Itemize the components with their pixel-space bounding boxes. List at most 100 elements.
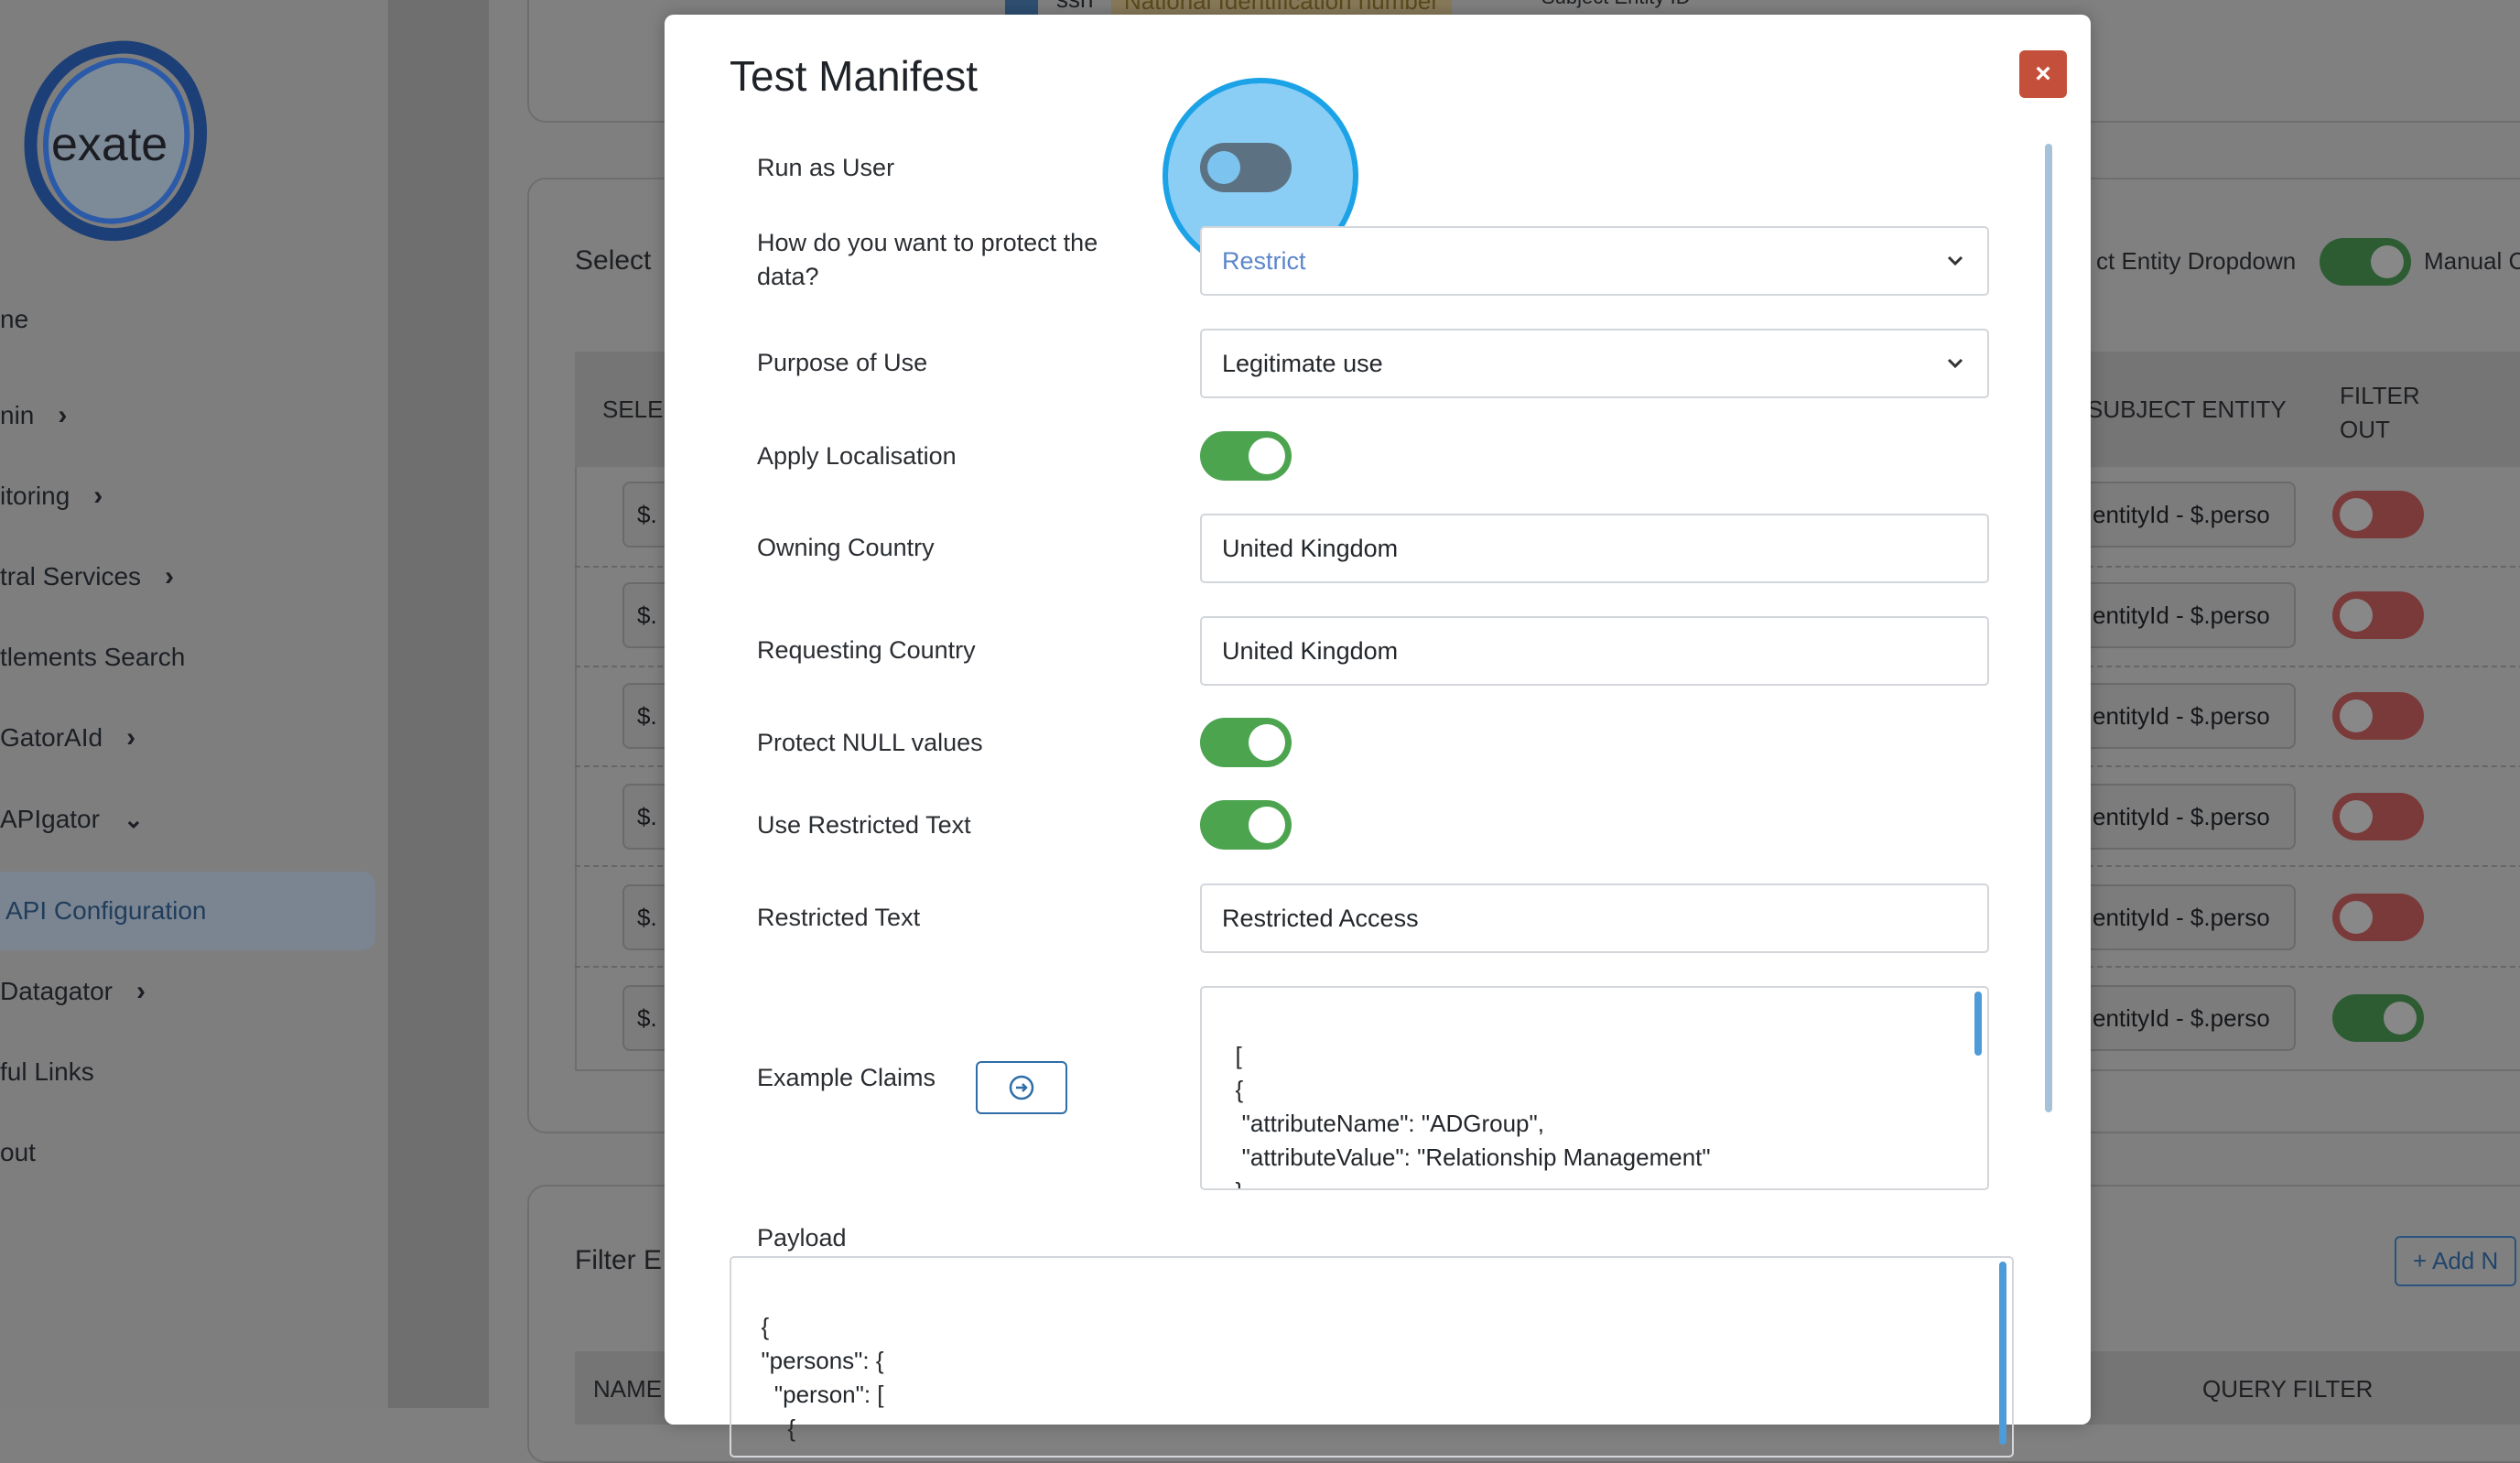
close-button[interactable]: × xyxy=(2019,50,2067,98)
chevron-down-icon xyxy=(1947,255,1963,266)
filter-out-toggle[interactable] xyxy=(2332,994,2424,1042)
restricted-text-value: Restricted Access xyxy=(1222,904,1419,932)
nav-item-monitoring[interactable]: itoring › xyxy=(0,478,103,515)
filter-out-toggle[interactable] xyxy=(2332,591,2424,639)
nav-label: API Configuration xyxy=(5,896,207,925)
use-restricted-text-label: Use Restricted Text xyxy=(757,811,971,839)
bg-toggle[interactable] xyxy=(2320,238,2411,286)
chevron-right-icon: › xyxy=(126,722,136,753)
payload-textarea[interactable]: { "persons": { "person": [ { xyxy=(730,1256,2014,1458)
nav-label: GatorAId xyxy=(0,723,103,752)
run-as-user-label: Run as User xyxy=(757,154,895,181)
nav-label: nin xyxy=(0,401,35,429)
run-as-user-toggle[interactable] xyxy=(1200,143,1292,192)
modal-title: Test Manifest xyxy=(730,52,978,100)
bg-subject-select[interactable]: entityId - $.perso xyxy=(2078,683,2296,749)
bg-subject-select[interactable]: entityId - $.perso xyxy=(2078,784,2296,850)
filter-out-toggle[interactable] xyxy=(2332,793,2424,840)
bg-subject-label: Subject Entity ID xyxy=(1541,0,1691,9)
use-restricted-text-toggle[interactable] xyxy=(1200,800,1292,850)
filter-out-toggle[interactable] xyxy=(2332,894,2424,941)
owning-country-value: United Kingdom xyxy=(1222,534,1399,562)
apply-claims-button[interactable] xyxy=(976,1061,1067,1114)
nav-item-apigator[interactable]: APIgator ⌄ xyxy=(0,801,144,838)
example-claims-label: Example Claims xyxy=(757,1064,936,1091)
chevron-right-icon: › xyxy=(165,561,175,591)
nav-label: tlements Search xyxy=(0,643,186,671)
protect-data-value: Restrict xyxy=(1222,246,1306,275)
bg-manual-label: Manual C xyxy=(2424,247,2520,275)
nav-item-gatoraid[interactable]: GatorAId › xyxy=(0,720,135,756)
bg-col-name: NAME xyxy=(593,1375,663,1403)
payload-text: { "persons": { "person": [ { xyxy=(761,1313,884,1442)
protect-null-label: Protect NULL values xyxy=(757,729,983,756)
nav-label: Datagator xyxy=(0,977,113,1005)
nav-label: ful Links xyxy=(0,1057,94,1086)
close-icon: × xyxy=(2035,59,2051,89)
purpose-of-use-select[interactable]: Legitimate use xyxy=(1200,329,1989,398)
protect-data-label: How do you want to protect the data? xyxy=(757,229,1098,290)
owning-country-label: Owning Country xyxy=(757,534,935,561)
nav-item-datagator[interactable]: Datagator › xyxy=(0,973,146,1010)
apply-localisation-toggle[interactable] xyxy=(1200,431,1292,481)
protect-data-select[interactable]: Restrict xyxy=(1200,226,1989,296)
bg-field-description: National Identification number xyxy=(1111,0,1452,16)
apply-localisation-label: Apply Localisation xyxy=(757,442,957,470)
logo-text: exate xyxy=(51,118,168,171)
bg-subject-select[interactable]: entityId - $.perso xyxy=(2078,482,2296,547)
nav-item-central-services[interactable]: tral Services › xyxy=(0,558,174,595)
bg-col-filter-out: FILTER OUT xyxy=(2340,382,2420,443)
chevron-down-icon xyxy=(1947,358,1963,369)
toggle-knob xyxy=(1207,151,1240,184)
bg-col-query-filter: QUERY FILTER xyxy=(2202,1375,2374,1403)
textarea-scrollbar[interactable] xyxy=(1974,992,1982,1056)
nav-label: itoring xyxy=(0,482,70,510)
arrow-right-circle-icon xyxy=(1009,1075,1034,1100)
bg-field-ssn: ssn xyxy=(1056,0,1093,14)
toggle-knob xyxy=(1249,438,1285,474)
bg-subject-select[interactable]: entityId - $.perso xyxy=(2078,582,2296,648)
purpose-of-use-value: Legitimate use xyxy=(1222,349,1383,377)
modal-scrollbar[interactable] xyxy=(2045,144,2052,1112)
nav-label: ne xyxy=(0,305,29,333)
example-claims-text: [ { "attributeName": "ADGroup", "attribu… xyxy=(1235,1042,1711,1188)
nav-label: APIgator xyxy=(0,805,100,833)
filter-out-toggle[interactable] xyxy=(2332,692,2424,740)
bg-filter-title: Filter E xyxy=(575,1245,663,1275)
add-new-button[interactable]: + Add N xyxy=(2395,1236,2517,1286)
bg-subject-select[interactable]: entityId - $.perso xyxy=(2078,884,2296,950)
bg-subject-select[interactable]: entityId - $.perso xyxy=(2078,985,2296,1051)
nav-label: out xyxy=(0,1138,36,1166)
filter-out-toggle[interactable] xyxy=(2332,491,2424,538)
nav-item-logout[interactable]: out xyxy=(0,1134,36,1171)
toggle-knob xyxy=(1249,807,1285,843)
requesting-country-label: Requesting Country xyxy=(757,636,976,664)
payload-label: Payload xyxy=(757,1224,847,1252)
chevron-right-icon: › xyxy=(135,976,146,1006)
bg-section-title: Select xyxy=(575,245,652,276)
requesting-country-input[interactable]: United Kingdom xyxy=(1200,616,1989,686)
chevron-right-icon: › xyxy=(93,481,103,511)
textarea-scrollbar[interactable] xyxy=(1999,1262,2006,1445)
requesting-country-value: United Kingdom xyxy=(1222,636,1399,665)
bg-col-subject-entity: SUBJECT ENTITY xyxy=(2087,396,2287,423)
bg-col-select: SELE xyxy=(602,396,664,423)
chevron-right-icon: › xyxy=(58,400,68,430)
nav-label: tral Services xyxy=(0,562,142,591)
nav-item-api-configuration[interactable]: API Configuration xyxy=(0,872,375,950)
nav-item-home[interactable]: ne xyxy=(0,301,28,338)
owning-country-input[interactable]: United Kingdom xyxy=(1200,514,1989,583)
sidebar-gutter xyxy=(388,0,489,1408)
restricted-text-label: Restricted Text xyxy=(757,904,921,931)
chevron-down-icon: ⌄ xyxy=(123,805,144,833)
nav-item-admin[interactable]: nin › xyxy=(0,397,67,434)
purpose-of-use-label: Purpose of Use xyxy=(757,349,928,376)
nav-item-useful-links[interactable]: ful Links xyxy=(0,1054,94,1090)
example-claims-textarea[interactable]: [ { "attributeName": "ADGroup", "attribu… xyxy=(1200,986,1989,1190)
bg-entity-dropdown-label: ct Entity Dropdown xyxy=(2096,247,2297,275)
nav-item-entitlements-search[interactable]: tlements Search xyxy=(0,639,185,676)
toggle-knob xyxy=(1249,724,1285,761)
restricted-text-input[interactable]: Restricted Access xyxy=(1200,883,1989,953)
protect-null-toggle[interactable] xyxy=(1200,718,1292,767)
exate-logo[interactable]: exate xyxy=(20,37,212,247)
